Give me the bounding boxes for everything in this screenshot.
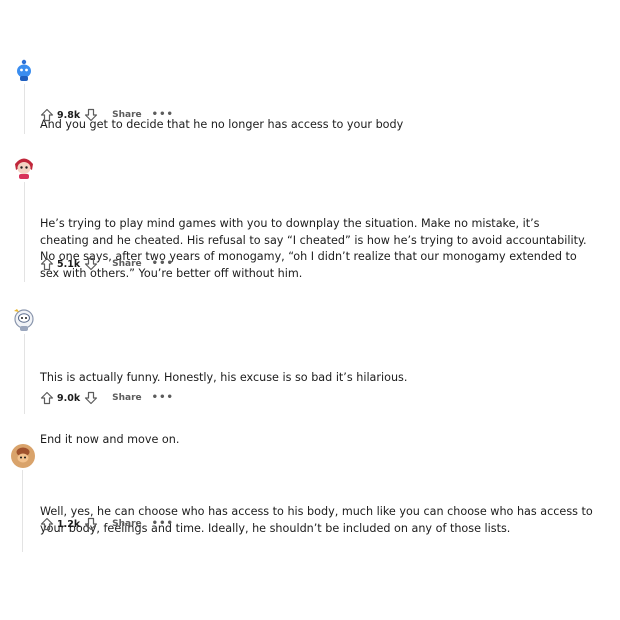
comment-actions: 5.1k Share •••: [40, 256, 174, 272]
blue-snoo-avatar-icon[interactable]: [11, 56, 37, 82]
downvote-icon[interactable]: [84, 517, 98, 531]
brown-snoo-avatar-icon[interactable]: [10, 443, 36, 469]
more-options-button[interactable]: •••: [152, 393, 174, 403]
vote-score: 5.1k: [57, 258, 81, 270]
share-button[interactable]: Share: [112, 519, 142, 529]
share-button[interactable]: Share: [112, 110, 142, 120]
upvote-icon[interactable]: [40, 108, 54, 122]
share-button[interactable]: Share: [112, 393, 142, 403]
comment-body: He’s trying to play mind games with you …: [40, 183, 610, 315]
comment-paragraph: This is actually funny. Honestly, his ex…: [40, 371, 408, 384]
share-button[interactable]: Share: [112, 259, 142, 269]
vote-score: 9.0k: [57, 392, 81, 404]
downvote-icon[interactable]: [84, 257, 98, 271]
thread-line[interactable]: [24, 182, 25, 282]
comment-paragraph: He’s trying to play mind games with you …: [40, 217, 587, 280]
thread-line[interactable]: [24, 334, 25, 414]
thread-line[interactable]: [24, 84, 25, 134]
upvote-icon[interactable]: [40, 517, 54, 531]
upvote-icon[interactable]: [40, 391, 54, 405]
astronaut-snoo-avatar-icon[interactable]: [11, 306, 37, 332]
red-hair-snoo-avatar-icon[interactable]: [11, 154, 37, 180]
comment-actions: 1.2k Share •••: [40, 516, 174, 532]
upvote-icon[interactable]: [40, 257, 54, 271]
downvote-icon[interactable]: [84, 108, 98, 122]
vote-score: 1.2k: [57, 518, 81, 530]
comment-actions: 9.0k Share •••: [40, 390, 174, 406]
more-options-button[interactable]: •••: [152, 110, 174, 120]
thread-line[interactable]: [22, 470, 23, 552]
comment-body: This is actually funny. Honestly, his ex…: [40, 337, 600, 481]
downvote-icon[interactable]: [84, 391, 98, 405]
comment-actions: 9.8k Share •••: [40, 107, 174, 123]
comment-paragraph: End it now and move on.: [40, 432, 180, 446]
comment-body: And you get to decide that he no longer …: [40, 84, 600, 167]
more-options-button[interactable]: •••: [152, 259, 174, 269]
vote-score: 9.8k: [57, 109, 81, 121]
more-options-button[interactable]: •••: [152, 519, 174, 529]
